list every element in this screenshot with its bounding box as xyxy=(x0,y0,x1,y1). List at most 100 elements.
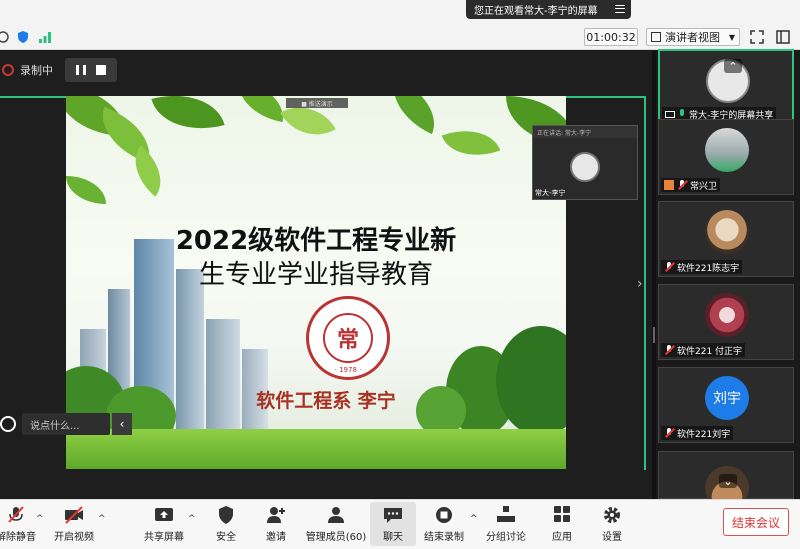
emoji-icon[interactable] xyxy=(0,416,16,432)
settings-label: 设置 xyxy=(602,532,622,543)
speaker-view-label: 演讲者视图 xyxy=(665,31,720,44)
members-icon xyxy=(328,507,344,523)
participant-label: 常兴卫 xyxy=(661,178,721,192)
mic-muted-icon xyxy=(664,345,674,355)
mic-muted-icon xyxy=(8,506,24,523)
stop-recording-icon[interactable] xyxy=(96,65,106,75)
apps-grid-icon xyxy=(554,506,570,522)
user-badge-icon xyxy=(664,180,674,190)
participant-tile[interactable]: 软件221 付正宇 xyxy=(658,284,794,360)
participant-name: 软件221 付正宇 xyxy=(677,346,743,357)
leaf-decoration xyxy=(381,96,447,135)
menu-icon[interactable] xyxy=(615,5,625,13)
participant-tile[interactable]: ⌄ xyxy=(658,451,794,510)
participant-gallery: ⌃ 常大-李宁的屏幕共享 常兴卫 软件221陈志宇 软件221 付正宇 刘宇 软… xyxy=(656,49,800,510)
participant-tile[interactable]: ⌃ 常大-李宁的屏幕共享 xyxy=(658,49,794,125)
start-video-label: 开启视频 xyxy=(54,532,94,543)
invite-label: 邀请 xyxy=(266,532,286,543)
share-screen-button[interactable]: 共享屏幕 xyxy=(134,502,194,546)
participant-label: 软件221陈志宇 xyxy=(661,260,743,274)
slide-title-line1: 2022级软件工程专业新 xyxy=(175,226,457,256)
apps-label: 应用 xyxy=(552,532,572,543)
audio-options-caret-icon[interactable]: ^ xyxy=(36,514,44,524)
participant-name: 软件221刘宇 xyxy=(677,429,731,440)
seal-character: 常 xyxy=(323,313,373,363)
participant-name: 常兴卫 xyxy=(690,181,718,192)
chat-icon xyxy=(384,508,402,523)
manage-members-label: 管理成员(60) xyxy=(305,532,367,543)
presenter-avatar xyxy=(570,152,600,182)
avatar xyxy=(705,293,749,337)
info-icon[interactable] xyxy=(0,30,10,44)
shield-icon[interactable] xyxy=(16,30,30,44)
mic-muted-icon xyxy=(664,262,674,272)
presentation-slide: 2022级软件工程专业新 生专业学业指导教育 常 · 1978 · 软件工程系 … xyxy=(66,96,566,469)
splitter-grip[interactable] xyxy=(653,327,655,343)
security-label: 安全 xyxy=(216,532,236,543)
fullscreen-icon[interactable] xyxy=(748,28,766,46)
gear-icon xyxy=(604,507,620,523)
mic-on-icon xyxy=(678,109,686,119)
chat-quick-input[interactable]: 说点什么... xyxy=(22,413,110,435)
layout-icon[interactable] xyxy=(774,28,792,46)
chat-quick-bar: 说点什么... ‹ xyxy=(0,413,132,435)
share-status-text: 您正在观看常大-李宁的屏幕 xyxy=(474,6,598,17)
start-video-button[interactable]: 开启视频 xyxy=(44,502,104,546)
end-meeting-button[interactable]: 结束会议 xyxy=(723,508,789,536)
manage-members-button[interactable]: 管理成员(60) xyxy=(304,502,368,546)
signal-icon[interactable] xyxy=(38,30,52,44)
chevron-left-icon[interactable]: ‹ xyxy=(112,413,132,435)
participant-label: 软件221刘宇 xyxy=(661,426,734,440)
scroll-up-icon[interactable]: ⌃ xyxy=(724,59,742,73)
record-icon xyxy=(2,64,14,76)
speaker-view-button[interactable]: 演讲者视图 ▼ xyxy=(646,28,740,46)
speaker-view-icon xyxy=(651,32,661,42)
top-toolbar: 您正在观看常大-李宁的屏幕 01:00:32 演讲者视图 ▼ xyxy=(0,0,800,50)
leaf-decoration xyxy=(441,118,501,168)
breakout-rooms-button[interactable]: 分组讨论 xyxy=(476,502,536,546)
chevron-right-icon[interactable]: › xyxy=(637,276,643,292)
avatar xyxy=(705,128,749,172)
shield-icon xyxy=(219,506,233,524)
breakout-rooms-icon xyxy=(497,506,515,522)
slide-title-line2: 生专业学业指导教育 xyxy=(198,260,433,290)
building-graphic xyxy=(176,269,204,439)
mic-muted-icon xyxy=(664,428,674,438)
participant-tile[interactable]: 常兴卫 xyxy=(658,119,794,195)
share-screen-icon xyxy=(155,508,173,521)
recording-label: 录制中 xyxy=(20,64,53,77)
scroll-down-icon[interactable]: ⌄ xyxy=(719,474,737,488)
seal-year: · 1978 · xyxy=(334,366,362,374)
leaf-decoration xyxy=(66,176,106,204)
share-screen-label: 共享屏幕 xyxy=(144,532,184,543)
leaf-decoration xyxy=(233,96,289,123)
record-stop-icon xyxy=(436,507,452,523)
video-options-caret-icon[interactable]: ^ xyxy=(98,514,106,524)
settings-button[interactable]: 设置 xyxy=(582,502,642,546)
university-seal-logo: 常 · 1978 · xyxy=(306,296,390,380)
unmute-button[interactable]: 解除静音 xyxy=(0,502,46,546)
share-status-pill[interactable]: 您正在观看常大-李宁的屏幕 xyxy=(466,0,631,19)
end-recording-button[interactable]: 结束录制 xyxy=(414,502,474,546)
participant-tile[interactable]: 软件221陈志宇 xyxy=(658,201,794,277)
end-recording-label: 结束录制 xyxy=(424,532,464,543)
meeting-window: 您正在观看常大-李宁的屏幕 01:00:32 演讲者视图 ▼ 录制中 2022级… xyxy=(0,0,800,549)
avatar xyxy=(705,210,749,254)
presenter-thumbnail-bar: 正在讲话: 常大-李宁 xyxy=(533,126,637,138)
participant-tile[interactable]: 刘宇 软件221刘宇 xyxy=(658,367,794,443)
pause-recording-icon[interactable] xyxy=(76,65,86,75)
invite-button[interactable]: 邀请 xyxy=(246,502,306,546)
participant-name: 软件221陈志宇 xyxy=(677,263,740,274)
meeting-timer: 01:00:32 xyxy=(584,28,638,46)
slide-top-indicator: ■ 推送演示 xyxy=(286,98,348,108)
bottom-toolbar: 解除静音 ^ 开启视频 ^ 共享屏幕 ^ 安全 邀请 管理成员(60) 聊天 结… xyxy=(0,499,800,549)
participant-label: 软件221 付正宇 xyxy=(661,343,746,357)
chat-button[interactable]: 聊天 xyxy=(370,502,416,546)
presenter-thumbnail[interactable]: 正在讲话: 常大-李宁 常大-李宁 xyxy=(532,125,638,200)
share-options-caret-icon[interactable]: ^ xyxy=(188,514,196,524)
avatar: 刘宇 xyxy=(705,376,749,420)
presenter-name: 常大-李宁 xyxy=(535,189,566,197)
leaf-decoration xyxy=(151,96,225,142)
chat-label: 聊天 xyxy=(383,532,403,543)
mic-muted-icon xyxy=(677,180,687,190)
